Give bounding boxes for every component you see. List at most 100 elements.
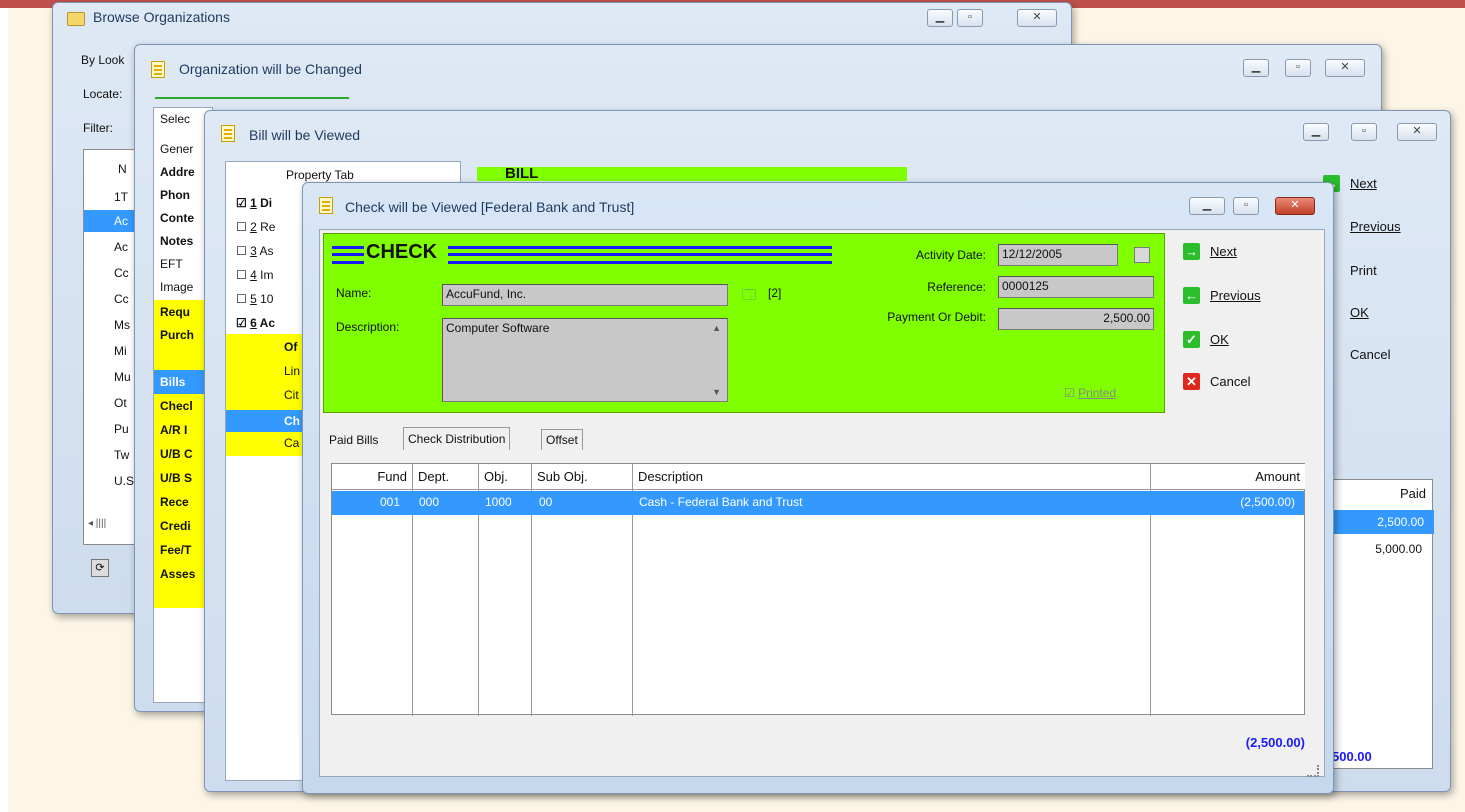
print-button[interactable]: Print [1350,263,1377,278]
list-item[interactable]: U.S [114,474,134,488]
name-field[interactable]: AccuFund, Inc. [442,284,728,306]
header-stripes-left-mid [332,253,364,256]
list-item-label: Ac [114,214,129,228]
item-label: Re [260,220,276,234]
org-tab[interactable]: U/B C [160,447,193,461]
tab-paid-bills[interactable]: Paid Bills [329,433,378,447]
property-item[interactable]: ☐ 5 10 [236,292,273,306]
list-item[interactable]: 1T [114,190,128,204]
org-tab[interactable]: U/B S [160,471,192,485]
property-item[interactable]: ☐ 4 Im [236,268,273,282]
maximize-button[interactable]: ▫ [1351,123,1377,141]
org-tab[interactable]: Conte [160,211,194,225]
close-button[interactable]: ✕ [1275,197,1315,215]
distribution-grid[interactable]: Fund Dept. Obj. Sub Obj. Description Amo… [331,463,1305,716]
list-item[interactable]: Cc [114,266,129,280]
tab-offset[interactable]: Offset [541,429,583,450]
cell-obj: 1000 [485,495,512,509]
check-viewed-window[interactable]: Check will be Viewed [Federal Bank and T… [302,182,1334,794]
org-tab[interactable]: Addre [160,165,195,179]
minimize-button[interactable]: ▁ [1189,197,1225,215]
sub-item[interactable]: Cit [284,388,299,402]
org-tab[interactable]: Asses [160,567,195,581]
document-icon [221,125,235,142]
payment-label: Payment Or Debit: [887,310,986,324]
next-button[interactable]: → Next [1183,243,1237,260]
list-header[interactable]: N [118,162,127,176]
property-item[interactable]: ☑ 6 Ac [236,316,275,330]
cancel-button[interactable]: Cancel [1350,347,1390,362]
sub-item-selected[interactable]: Ch [226,410,306,432]
description-field[interactable]: Computer Software ▲ ▼ [442,318,728,402]
column-header-sub-obj[interactable]: Sub Obj. [532,464,633,490]
previous-button[interactable]: Previous [1350,219,1401,234]
lookup-icon[interactable]: 🗔 [742,286,756,308]
org-tab[interactable]: A/R I [160,423,187,437]
org-tab[interactable]: Fee/T [160,543,191,557]
scroll-down-icon[interactable]: ▼ [712,387,721,397]
maximize-button[interactable]: ▫ [957,9,983,27]
list-item[interactable]: Pu [114,422,129,436]
tab-list-header: Selec [160,112,191,126]
org-tab[interactable]: Image [160,280,193,294]
column-header-amount[interactable]: Amount [1151,464,1305,490]
printed-checkbox[interactable]: ☑ Printed [1064,386,1116,400]
ok-button[interactable]: ✓ OK [1183,331,1229,348]
org-tab[interactable]: Notes [160,234,193,248]
maximize-button[interactable]: ▫ [1233,197,1259,215]
org-tab[interactable]: Rece [160,495,189,509]
bill-header: BILL [505,165,539,182]
org-tab[interactable]: Checl [160,399,193,413]
sub-item[interactable]: Ca [284,436,299,450]
property-item[interactable]: ☐ 2 Re [236,220,275,234]
horizontal-scrollbar[interactable]: ◂ |||| [88,518,106,529]
activity-date-label: Activity Date: [915,248,986,262]
property-item[interactable]: ☑ 1 Di [236,196,272,210]
table-row[interactable]: 001 000 1000 00 Cash - Federal Bank and … [332,491,1304,515]
activity-date-field[interactable]: 12/12/2005 [998,244,1118,266]
previous-button[interactable]: ← Previous [1183,287,1261,304]
list-item[interactable]: Mu [114,370,131,384]
cancel-button[interactable]: ✕ Cancel [1183,373,1250,390]
list-item[interactable]: Ac [114,240,128,254]
list-item[interactable]: Tw [114,448,129,462]
close-x-icon: ✕ [1183,373,1200,390]
column-header-fund[interactable]: Fund [332,464,413,490]
payment-field[interactable]: 2,500.00 [998,308,1154,330]
minimize-button[interactable]: ▁ [1243,59,1269,77]
sub-item[interactable]: Of [284,340,297,354]
scroll-up-icon[interactable]: ▲ [712,323,721,333]
header-stripes-right-mid [448,253,832,256]
org-tab[interactable]: Credi [160,519,191,533]
sub-item[interactable]: Lin [284,364,300,378]
close-button[interactable]: ✕ [1325,59,1365,77]
column-header-description[interactable]: Description [633,464,1151,490]
column-header-dept[interactable]: Dept. [413,464,479,490]
item-label: Im [260,268,274,282]
maximize-button[interactable]: ▫ [1285,59,1311,77]
org-tab[interactable]: Requ [160,305,190,319]
paid-header: Paid [1399,486,1426,501]
close-button[interactable]: ✕ [1017,9,1057,27]
tab-label: Check Distribution [408,432,506,446]
list-item[interactable]: Cc [114,292,129,306]
list-item[interactable]: Ot [114,396,127,410]
minimize-button[interactable]: ▁ [927,9,953,27]
resize-grip-icon[interactable] [1307,765,1319,777]
check-header: CHECK [366,241,438,263]
org-tab[interactable]: EFT [160,257,183,271]
org-tab[interactable]: Purch [160,328,194,342]
property-item[interactable]: ☐ 3 As [236,244,273,258]
reference-field[interactable]: 0000125 [998,276,1154,298]
org-tab[interactable]: Phon [160,188,190,202]
column-header-obj[interactable]: Obj. [479,464,532,490]
calendar-icon[interactable] [1134,247,1150,263]
list-item[interactable]: Ms [114,318,130,332]
refresh-icon[interactable]: ⟳ [91,559,109,577]
ok-button[interactable]: OK [1350,305,1369,320]
tab-check-distribution[interactable]: Check Distribution [403,427,511,450]
list-item[interactable]: Mi [114,344,127,358]
minimize-button[interactable]: ▁ [1303,123,1329,141]
org-tab[interactable]: Gener [160,142,193,156]
close-button[interactable]: ✕ [1397,123,1437,141]
